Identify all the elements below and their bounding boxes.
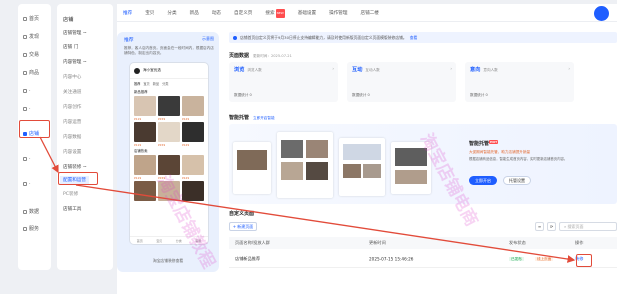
annotation-arrows	[39, 136, 576, 263]
arrow-submenu-to-decorate	[75, 184, 576, 263]
arrow-store-to-submenu	[39, 136, 59, 174]
